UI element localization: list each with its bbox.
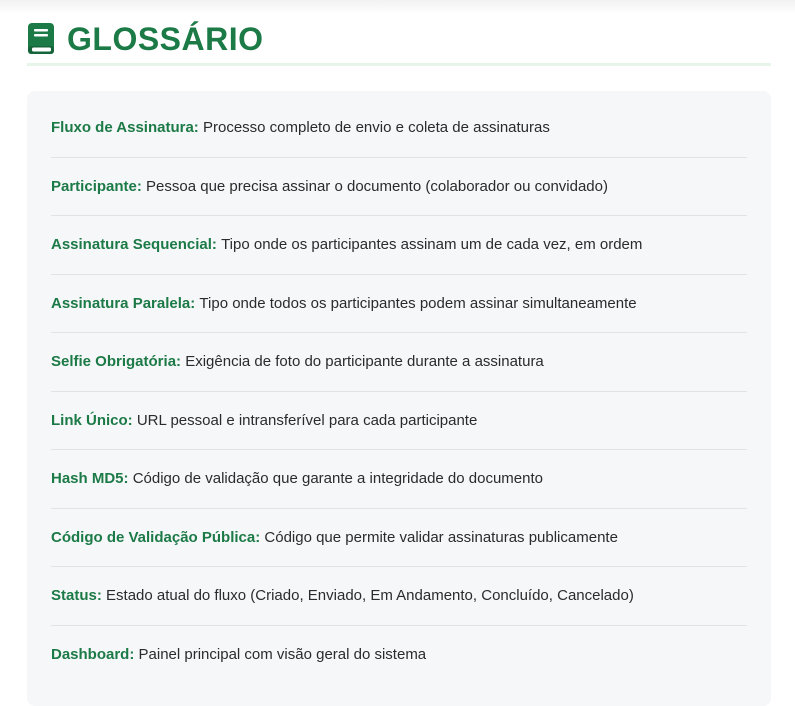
glossary-item: Código de Validação Pública: Código que … xyxy=(51,509,747,567)
glossary-definition: Código de validação que garante a integr… xyxy=(132,470,543,488)
glossary-term: Assinatura Paralela: xyxy=(51,294,196,312)
glossary-definition: Pessoa que precisa assinar o documento (… xyxy=(146,177,608,195)
glossary-term: Fluxo de Assinatura: xyxy=(51,119,199,137)
glossary-term: Assinatura Sequencial: xyxy=(51,236,217,254)
glossary-item: Assinatura Sequencial: Tipo onde os part… xyxy=(51,216,747,275)
glossary-list: Fluxo de Assinatura: Processo completo d… xyxy=(51,99,747,684)
glossary-definition: Código que permite validar assinaturas p… xyxy=(264,528,618,546)
glossary-definition: Processo completo de envio e coleta de a… xyxy=(202,119,550,137)
glossary-item: Assinatura Paralela: Tipo onde todos os … xyxy=(51,275,747,333)
glossary-item: Status: Estado atual do fluxo (Criado, E… xyxy=(51,567,747,626)
header-divider xyxy=(27,63,771,66)
glossary-term: Dashboard: xyxy=(51,646,135,664)
glossary-term: Código de Validação Pública: xyxy=(51,528,261,546)
glossary-term: Hash MD5: xyxy=(51,470,129,488)
glossary-item: Fluxo de Assinatura: Processo completo d… xyxy=(51,99,747,158)
glossary-definition: Tipo onde os participantes assinam um de… xyxy=(221,236,643,254)
glossary-term: Link Único: xyxy=(51,411,133,429)
glossary-item: Selfie Obrigatória: Exigência de foto do… xyxy=(51,333,747,392)
glossary-item: Dashboard: Painel principal com visão ge… xyxy=(51,626,747,685)
glossary-term: Status: xyxy=(51,587,102,605)
book-icon xyxy=(27,22,55,55)
glossary-definition: Estado atual do fluxo (Criado, Enviado, … xyxy=(106,587,634,605)
glossary-card: Fluxo de Assinatura: Processo completo d… xyxy=(27,91,771,706)
glossary-term: Participante: xyxy=(51,177,142,195)
glossary-definition: Exigência de foto do participante durant… xyxy=(185,353,544,371)
glossary-term: Selfie Obrigatória: xyxy=(51,353,182,371)
glossary-item: Link Único: URL pessoal e intransferível… xyxy=(51,392,747,450)
page-title: GLOSSÁRIO xyxy=(67,21,264,57)
glossary-item: Hash MD5: Código de validação que garant… xyxy=(51,450,747,509)
glossary-definition: Painel principal com visão geral do sist… xyxy=(138,646,427,664)
glossary-header: GLOSSÁRIO xyxy=(27,12,771,64)
glossary-item: Participante: Pessoa que precisa assinar… xyxy=(51,158,747,216)
glossary-definition: URL pessoal e intransferível para cada p… xyxy=(136,411,478,429)
glossary-definition: Tipo onde todos os participantes podem a… xyxy=(199,294,637,312)
